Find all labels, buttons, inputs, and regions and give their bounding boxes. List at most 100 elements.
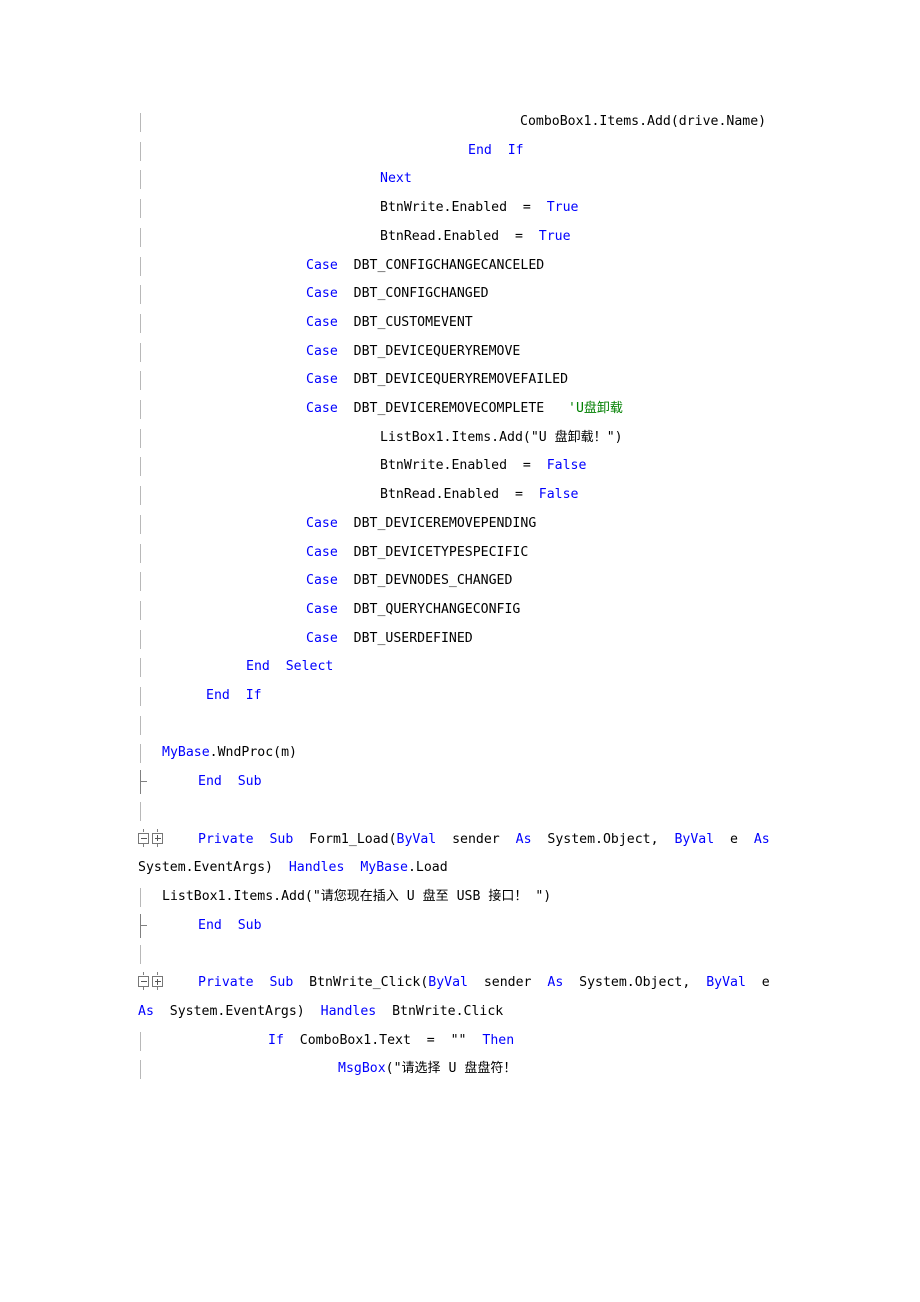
code-identifier: U xyxy=(440,1061,465,1077)
code-line-text: ComboBox1.Items.Add(drive.Name) xyxy=(138,114,766,129)
code-line-text: ListBox1.Items.Add("请您现在插入 U 盘至 USB 接口！ … xyxy=(138,889,551,904)
code-keyword: MyBase xyxy=(360,860,408,876)
code-line-text: MyBase.WndProc(m) xyxy=(138,745,297,760)
code-identifier xyxy=(254,832,270,847)
gutter-fold-controls xyxy=(138,972,168,992)
code-identifier: DBT_DEVICEREMOVEPENDING xyxy=(337,515,537,531)
code-comment: 盘卸载 xyxy=(583,401,623,417)
code-line: Case DBT_DEVICEREMOVECOMPLETE 'U盘卸载 xyxy=(138,395,790,424)
code-keyword: Then xyxy=(482,1032,515,1048)
code-identifier xyxy=(270,659,286,674)
code-identifier: BtnWrite.Enabled = xyxy=(380,200,547,216)
code-line: Case DBT_USERDEFINED xyxy=(138,625,790,654)
code-identifier: DBT_CUSTOMEVENT xyxy=(337,314,473,330)
collapse-minus-icon[interactable] xyxy=(138,976,149,988)
code-keyword: Select xyxy=(285,659,334,675)
indent-guide-icon xyxy=(140,744,141,764)
code-identifier: e xyxy=(714,831,754,847)
code-keyword: As xyxy=(753,831,770,847)
indent-guide-icon xyxy=(140,428,141,448)
code-keyword: As xyxy=(547,975,564,991)
code-line-text: Next xyxy=(138,171,412,186)
code-line-text: Case DBT_DEVNODES_CHANGED xyxy=(138,573,512,588)
code-identifier: Form1_Load( xyxy=(293,831,397,847)
code-keyword: ByVal xyxy=(706,975,746,991)
code-identifier xyxy=(222,918,238,933)
indent-guide-icon xyxy=(140,715,141,735)
code-line: End Sub xyxy=(138,912,790,941)
expand-plus-icon[interactable] xyxy=(152,832,163,844)
code-keyword: Sub xyxy=(269,975,294,991)
code-identifier xyxy=(230,688,246,703)
code-identifier: BtnWrite.Enabled = xyxy=(380,458,547,474)
code-keyword: MsgBox xyxy=(338,1061,386,1077)
indent-guide-icon xyxy=(140,113,141,132)
code-line-text: Case DBT_CONFIGCHANGED xyxy=(138,286,489,301)
code-comment: 'U xyxy=(568,401,584,417)
code-identifier: DBT_DEVNODES_CHANGED xyxy=(337,573,513,589)
indent-guide-icon xyxy=(140,457,141,477)
code-line: End Select xyxy=(138,653,790,682)
code-keyword: Case xyxy=(306,314,338,330)
code-line: MsgBox("请选择 U 盘盘符！ xyxy=(138,1055,790,1084)
code-keyword: End xyxy=(206,688,230,704)
indent-guide-icon xyxy=(140,572,141,592)
code-keyword: End xyxy=(246,659,270,675)
code-line-text: BtnRead.Enabled = True xyxy=(138,229,571,244)
code-line-text: MsgBox("请选择 U 盘盘符！ xyxy=(138,1061,516,1076)
code-line: Case DBT_DEVICETYPESPECIFIC xyxy=(138,539,790,568)
code-identifier: ") xyxy=(606,429,623,445)
code-identifier xyxy=(254,975,270,990)
code-line: Case DBT_DEVICEQUERYREMOVE xyxy=(138,338,790,367)
code-keyword: If xyxy=(245,688,262,704)
code-identifier: U xyxy=(398,888,423,904)
code-identifier: ComboBox1.Items.Add(drive.Name) xyxy=(520,114,767,129)
code-line: ListBox1.Items.Add("U 盘卸载！") xyxy=(138,424,790,453)
code-keyword: Sub xyxy=(237,774,262,790)
code-keyword: Case xyxy=(306,401,338,417)
code-identifier: DBT_QUERYCHANGECONFIG xyxy=(337,601,521,617)
code-line: ComboBox1.Items.Add(drive.Name) xyxy=(138,108,790,137)
code-line: BtnRead.Enabled = False xyxy=(138,481,790,510)
code-line-text: Case DBT_DEVICEREMOVEPENDING xyxy=(138,516,536,531)
code-keyword: Case xyxy=(306,257,338,273)
code-keyword: ByVal xyxy=(428,975,468,991)
expand-plus-icon[interactable] xyxy=(152,976,163,988)
code-identifier: 盘卸载！ xyxy=(554,429,607,445)
code-line-text: End If xyxy=(138,688,262,703)
code-line: Private Sub Form1_Load(ByVal sender As S… xyxy=(138,826,790,883)
code-identifier: .Load xyxy=(407,860,448,876)
code-keyword: Case xyxy=(306,515,338,531)
code-keyword: Case xyxy=(306,286,338,302)
indent-guide-icon xyxy=(140,1060,141,1080)
indent-guide-icon xyxy=(140,486,141,506)
code-identifier: System.EventArgs) xyxy=(153,1003,321,1019)
code-line: Case DBT_DEVICEREMOVEPENDING xyxy=(138,510,790,539)
indent-guide-icon xyxy=(140,543,141,563)
code-identifier: USB xyxy=(448,888,489,904)
code-line xyxy=(138,797,790,826)
code-line-text: BtnRead.Enabled = False xyxy=(138,487,579,502)
code-line xyxy=(138,711,790,740)
code-keyword: ByVal xyxy=(674,831,715,847)
code-line-text: Case DBT_DEVICEQUERYREMOVEFAILED xyxy=(138,372,568,387)
code-line-text: End Sub xyxy=(138,774,262,789)
code-keyword: As xyxy=(138,1003,154,1019)
indent-guide-icon xyxy=(140,887,141,907)
code-keyword: Private xyxy=(198,831,254,847)
code-keyword: True xyxy=(546,200,579,216)
indent-guide-icon xyxy=(140,1031,141,1051)
code-keyword: False xyxy=(546,458,587,474)
code-identifier: ComboBox1.Text = "" xyxy=(283,1032,483,1048)
fold-region-end-icon xyxy=(140,770,147,795)
code-line: Private Sub BtnWrite_Click(ByVal sender … xyxy=(138,969,790,1026)
collapse-minus-icon[interactable] xyxy=(138,832,149,844)
code-line-text: End Sub xyxy=(138,918,262,933)
indent-guide-icon xyxy=(140,658,141,678)
code-identifier xyxy=(344,860,360,875)
code-line-text: Case DBT_CUSTOMEVENT xyxy=(138,315,473,330)
indent-guide-icon xyxy=(140,514,141,534)
code-line-text: If ComboBox1.Text = "" Then xyxy=(138,1033,514,1048)
code-identifier xyxy=(492,143,508,158)
fold-region-end-icon xyxy=(140,913,147,938)
